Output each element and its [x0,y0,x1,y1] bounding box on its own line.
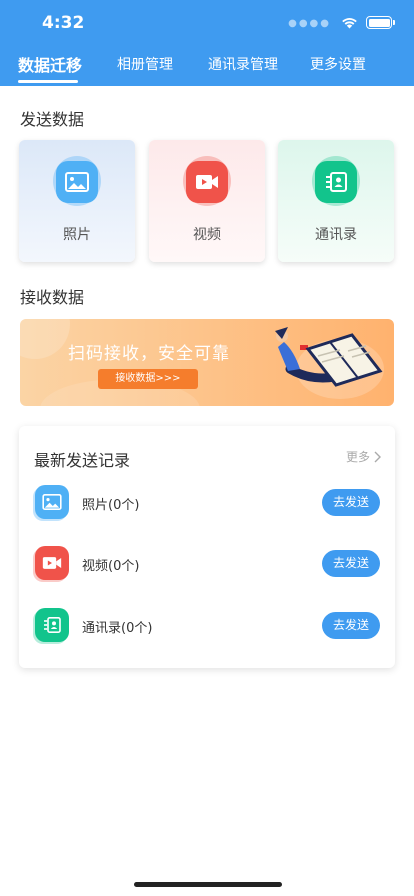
send-video-button[interactable]: 去发送 [322,550,380,577]
recent-records-panel: 最新发送记录 更多 照片(0个) 去发送 视频(0个) 去发送 通讯录(0个) … [19,426,395,668]
record-row-video: 视频(0个) 去发送 [19,544,395,584]
status-time: 4:32 [42,13,85,33]
record-label-contacts: 通讯录(0个) [82,621,153,636]
contacts-icon [35,608,69,642]
app-header: 4:32 ●●●● 数据迁移 相册管理 通讯录管理 更多设置 [0,0,414,86]
photo-icon [56,161,98,203]
video-icon [186,161,228,203]
send-video-label: 视频 [193,227,221,243]
more-label: 更多 [345,450,370,464]
chevron-right-icon [374,451,381,462]
record-row-photo: 照片(0个) 去发送 [19,483,395,523]
send-contacts-button[interactable]: 去发送 [322,612,380,639]
records-title: 最新发送记录 [34,451,131,470]
banner-text: 扫码接收，安全可靠 [68,344,230,364]
photo-icon [35,485,69,519]
tab-data-migration[interactable]: 数据迁移 [18,52,82,76]
record-label-photo: 照片(0个) [82,498,140,513]
contacts-icon-wrap [312,156,360,206]
wifi-icon [342,17,357,28]
video-icon [35,546,69,580]
send-photo-card[interactable]: 照片 [19,140,135,262]
main-content: 发送数据 照片 视频 通讯录 接收数据 扫码接收，安全可靠 接收数据>>> 最新… [0,86,414,896]
receive-data-button[interactable]: 接收数据>>> [98,369,198,389]
status-icons: ●●●● [288,16,395,29]
home-indicator[interactable] [134,882,282,887]
send-photo-button[interactable]: 去发送 [322,489,380,516]
record-row-contacts: 通讯录(0个) 去发送 [19,606,395,646]
more-link[interactable]: 更多 [346,448,381,465]
reading-person-illustration [275,327,384,399]
receive-section-title: 接收数据 [20,288,85,307]
tab-more-settings[interactable]: 更多设置 [310,54,366,74]
send-photo-label: 照片 [63,227,91,243]
top-tabs: 数据迁移 相册管理 通讯录管理 更多设置 [0,52,414,86]
photo-icon-wrap [53,156,101,206]
send-contacts-label: 通讯录 [315,227,357,243]
record-label-video: 视频(0个) [82,559,140,574]
battery-icon [366,16,395,29]
contacts-icon [315,161,357,203]
send-contacts-card[interactable]: 通讯录 [278,140,394,262]
tab-album-manage[interactable]: 相册管理 [117,54,173,74]
send-section-title: 发送数据 [20,110,85,129]
video-icon-wrap [183,156,231,206]
signal-icon: ●●●● [288,18,331,29]
receive-banner[interactable]: 扫码接收，安全可靠 接收数据>>> [20,319,394,406]
tab-contacts-manage[interactable]: 通讯录管理 [208,54,278,74]
send-video-card[interactable]: 视频 [149,140,265,262]
tab-active-indicator [18,80,78,83]
